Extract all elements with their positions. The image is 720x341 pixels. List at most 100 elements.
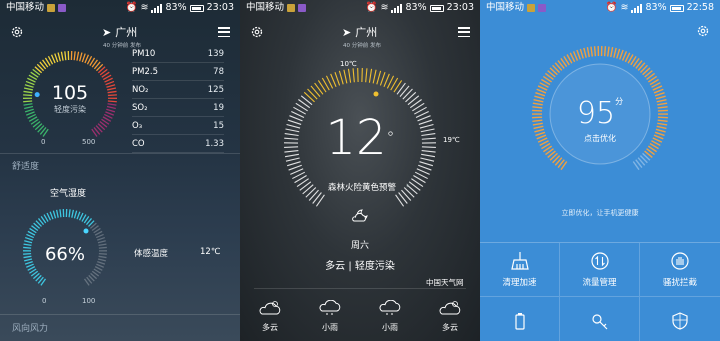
settings-gear-icon[interactable] <box>250 25 264 39</box>
low-temp-label: 10℃ <box>340 60 357 68</box>
battery-icon <box>189 4 204 12</box>
gauge-tick <box>603 46 607 57</box>
gauge-tick <box>23 94 33 97</box>
aqi-readout: 105 轻度污染 <box>38 82 102 115</box>
alarm-icon: ⏰ <box>365 2 378 13</box>
gauge-tick <box>25 111 35 116</box>
gauge-tick <box>73 210 78 219</box>
gauge-tick <box>653 88 664 94</box>
gauge-tick <box>106 108 116 113</box>
app-notification-icon <box>527 4 536 12</box>
gauge-tick <box>97 236 106 241</box>
alarm-icon: ⏰ <box>125 2 138 13</box>
pollutant-name: SO₂ <box>132 103 148 113</box>
settings-gear-icon[interactable] <box>696 24 710 38</box>
gauge-tick <box>368 68 373 83</box>
gauge-tick <box>379 72 386 86</box>
gauge-tick <box>343 69 348 84</box>
signal-icon <box>391 3 403 13</box>
feels-like-value: 12℃ <box>200 247 221 257</box>
pollutant-value: 125 <box>207 85 224 95</box>
carrier-label: 中国移动 <box>486 2 525 13</box>
tool-label: 清理加速 <box>502 278 537 288</box>
pollutant-row: SO₂ 19 <box>132 99 224 117</box>
aqi-min-label: 0 <box>41 138 46 146</box>
wifi-icon: ≋ <box>380 2 389 13</box>
tool-harass-block[interactable]: 骚扰拦截 <box>640 243 720 297</box>
app-notification-icon <box>58 4 67 12</box>
battery-percent: 83% <box>645 2 667 13</box>
humidity-value: 66% <box>44 244 85 265</box>
forecast-item[interactable]: 多云 <box>426 300 474 333</box>
gauge-tick <box>579 48 584 59</box>
clock-time: 22:58 <box>686 2 714 13</box>
tool-battery[interactable] <box>480 297 560 341</box>
gauge-tick <box>106 87 117 91</box>
gauge-tick <box>105 80 115 86</box>
app-notification-icon <box>47 4 56 12</box>
pollutant-value: 19 <box>213 103 224 113</box>
humidity-min-label: 0 <box>42 297 47 305</box>
tool-traffic-manage[interactable]: 流量管理 <box>560 243 640 297</box>
city-selector[interactable]: ➤ 广州 <box>102 24 137 40</box>
battery-percent: 83% <box>165 2 187 13</box>
gauge-tick <box>402 88 413 100</box>
battery-icon <box>514 313 525 330</box>
gauge-tick <box>107 100 117 103</box>
forecast-item[interactable]: 小雨 <box>306 300 354 333</box>
data-source: 中国天气网 <box>426 278 464 287</box>
gauge-tick <box>347 68 352 83</box>
gauge-tick <box>60 51 64 61</box>
gauge-tick <box>607 46 610 57</box>
pollutant-value: 78 <box>213 67 224 77</box>
gauge-tick <box>107 103 117 106</box>
city-selector[interactable]: ➤ 广州 <box>342 24 377 40</box>
pollutant-value: 15 <box>213 121 224 131</box>
optimize-button[interactable]: 95分 点击优化 <box>530 96 670 144</box>
gauge-tick <box>106 105 116 110</box>
tool-key[interactable] <box>560 297 640 341</box>
menu-icon[interactable] <box>218 27 232 41</box>
gauge-tick <box>105 111 115 116</box>
gauge-tick <box>23 87 34 91</box>
humidity-max-label: 100 <box>82 297 96 305</box>
condition-summary: 多云 | 轻度污染 <box>240 257 480 272</box>
menu-icon[interactable] <box>458 27 472 41</box>
status-bar: 中国移动 ⏰ ≋ 83% 23:03 <box>0 0 240 16</box>
signal-icon <box>631 3 643 13</box>
gauge-tick <box>26 233 35 239</box>
gauge-tick <box>24 240 33 244</box>
settings-gear-icon[interactable] <box>10 25 24 39</box>
gauge-tick <box>57 52 61 62</box>
weather-alert[interactable]: 森林火险黄色预警 › <box>328 181 409 193</box>
weekday-label: 周六 <box>350 241 369 251</box>
gauge-tick <box>610 47 614 58</box>
health-score: 95 <box>576 96 616 131</box>
alarm-icon: ⏰ <box>605 2 618 13</box>
gauge-tick <box>24 108 34 113</box>
tool-clean-speedup[interactable]: 清理加速 <box>480 243 560 297</box>
location-arrow-icon: ➤ <box>102 25 112 39</box>
light-rain-icon <box>319 300 341 315</box>
battery-icon <box>429 4 444 12</box>
gauge-tick <box>307 88 318 100</box>
shield-icon <box>672 312 688 330</box>
status-bar: 中国移动 ⏰ ≋ 83% 23:03 <box>240 0 480 16</box>
gauge-tick <box>338 70 344 85</box>
gauge-tick <box>613 47 617 58</box>
current-time-dot <box>373 91 379 97</box>
pollutant-name: NO₂ <box>132 85 149 95</box>
air-quality-text: 轻度污染 <box>354 261 395 272</box>
battery-percent: 83% <box>405 2 427 13</box>
app-notification-icon <box>298 4 307 12</box>
gauge-tick <box>590 46 593 57</box>
forecast-item[interactable]: 小雨 <box>366 300 414 333</box>
gauge-tick <box>52 210 57 219</box>
tool-shield[interactable] <box>640 297 720 341</box>
clock-time: 23:03 <box>206 2 234 13</box>
gauge-tick <box>73 51 76 61</box>
key-icon <box>591 314 607 330</box>
separator: | <box>348 261 352 272</box>
forecast-item[interactable]: 多云 <box>246 300 294 333</box>
gauge-tick <box>583 47 587 58</box>
